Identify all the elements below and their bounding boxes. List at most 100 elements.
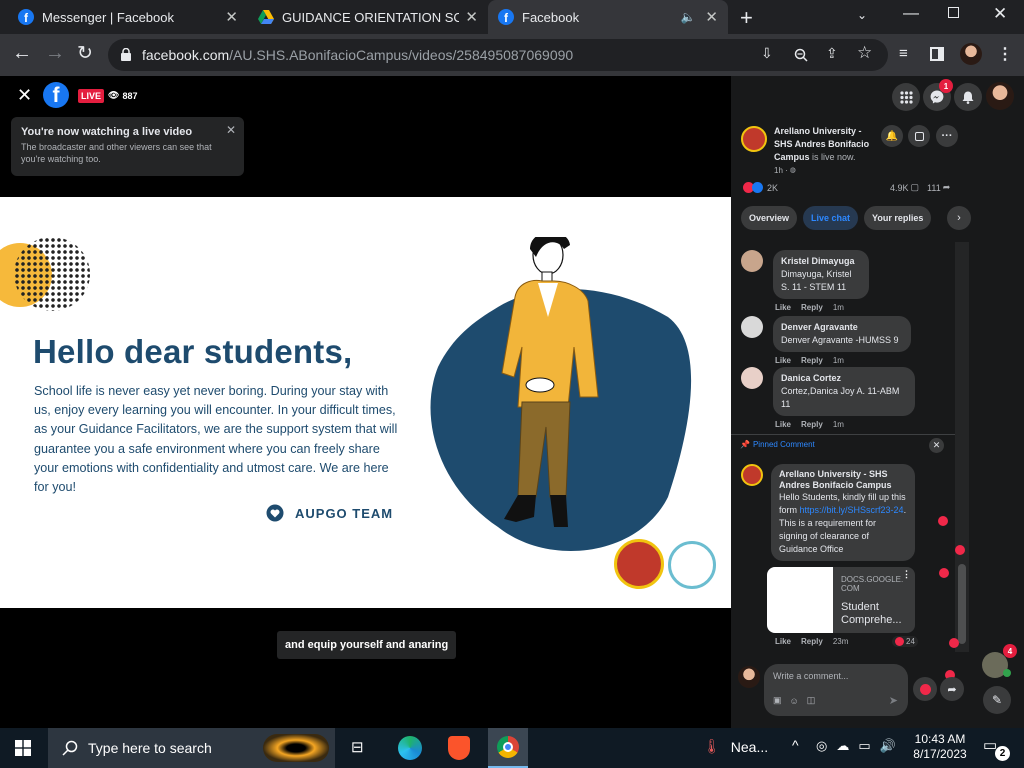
composer-input[interactable]: Write a comment... xyxy=(773,671,848,681)
tab-facebook[interactable]: f Facebook 🔈 ✕ xyxy=(488,0,728,34)
like-link[interactable]: Like xyxy=(775,420,791,429)
emoji-icon[interactable]: ☺ xyxy=(790,696,799,706)
camera-icon[interactable]: ▣ xyxy=(773,695,782,706)
like-link[interactable]: Like xyxy=(775,356,791,365)
grid-icon xyxy=(899,90,913,104)
volume-icon[interactable]: 🔊 xyxy=(880,738,896,754)
show-hidden-icons[interactable]: ^ xyxy=(792,737,799,753)
install-icon[interactable]: ⇩ xyxy=(761,45,773,62)
more-options-button[interactable]: ··· xyxy=(936,125,958,147)
thermometer-icon: 🌡 xyxy=(703,738,721,754)
like-link[interactable]: Like xyxy=(775,303,791,312)
meet-now-icon[interactable]: ◎ xyxy=(816,738,827,754)
commenter-name[interactable]: Denver Agravante xyxy=(781,321,903,334)
bookmark-star-icon[interactable]: ☆ xyxy=(857,43,872,63)
pinned-author[interactable]: Arellano University - SHS Andres Bonifac… xyxy=(779,469,907,491)
chrome-taskbar-button[interactable] xyxy=(488,728,528,768)
commenter-avatar[interactable] xyxy=(741,250,763,272)
tab-live-chat[interactable]: Live chat xyxy=(803,206,859,230)
close-tab-icon[interactable]: ✕ xyxy=(465,8,478,26)
commenter-avatar[interactable] xyxy=(741,367,763,389)
close-video-icon[interactable]: ✕ xyxy=(17,85,32,106)
restore-button[interactable] xyxy=(948,7,959,18)
comment-composer[interactable]: Write a comment... ▣ ☺ ◫ ➤ xyxy=(764,664,908,716)
scrollbar-thumb[interactable] xyxy=(958,564,966,644)
like-link[interactable]: Like xyxy=(775,637,791,646)
love-reaction-button[interactable] xyxy=(913,677,937,701)
share-icon[interactable]: ⇪ xyxy=(826,45,838,62)
tab-overview[interactable]: Overview xyxy=(741,206,798,230)
tabs-next-button[interactable]: › xyxy=(947,206,971,230)
comment-count[interactable]: 4.9K xyxy=(890,183,909,193)
link-preview-card[interactable]: DOCS.GOOGLE.COM Student Comprehe... ⋮ xyxy=(767,567,915,633)
form-link[interactable]: https://bit.ly/SHSscrf23-24 xyxy=(800,505,904,515)
commenter-name[interactable]: Kristel Dimayuga xyxy=(781,255,861,268)
taskbar-search-box[interactable]: Type here to search xyxy=(48,728,335,768)
windows-start-icon[interactable] xyxy=(15,740,31,756)
menu-grid-button[interactable] xyxy=(892,83,920,111)
live-video-player[interactable]: ✕ f LIVE 👁 887 You're now watching a liv… xyxy=(0,76,731,728)
commenter-name[interactable]: Danica Cortez xyxy=(781,372,907,385)
notifications-button[interactable] xyxy=(954,83,982,111)
browser-menu-icon[interactable]: ⋮ xyxy=(997,44,1013,64)
unpin-close-button[interactable]: ✕ xyxy=(929,438,944,453)
reaction-summary[interactable]: 2K xyxy=(743,182,778,193)
edge-icon[interactable] xyxy=(398,736,422,760)
page-avatar[interactable] xyxy=(741,464,763,486)
clock-date: 8/17/2023 xyxy=(913,747,967,761)
forward-button[interactable]: → xyxy=(45,42,65,65)
url-text: facebook.com/AU.SHS.ABonifacioCampus/vid… xyxy=(142,47,573,63)
tab-guidance[interactable]: GUIDANCE ORIENTATION SCREEN ✕ xyxy=(248,0,488,34)
new-message-button[interactable]: ✎ xyxy=(983,686,1011,714)
share-button[interactable]: ➦ xyxy=(940,677,964,701)
save-video-button[interactable] xyxy=(908,125,930,147)
weather-widget[interactable]: 🌡 Nea... xyxy=(703,738,768,755)
sidepanel-icon[interactable] xyxy=(930,47,944,61)
love-react-icon xyxy=(895,637,904,646)
back-button[interactable]: ← xyxy=(12,42,32,65)
brave-icon[interactable] xyxy=(448,736,470,760)
zoom-icon[interactable] xyxy=(794,48,808,62)
facebook-logo[interactable]: f xyxy=(43,82,69,108)
new-tab-button[interactable]: + xyxy=(740,5,753,31)
pinned-label-text: Pinned Comment xyxy=(752,440,815,449)
close-tab-icon[interactable]: ✕ xyxy=(225,8,238,26)
chat-scrollbar[interactable] xyxy=(955,242,969,652)
account-avatar[interactable] xyxy=(986,82,1014,110)
close-tab-icon[interactable]: ✕ xyxy=(705,8,718,26)
page-avatar[interactable] xyxy=(741,126,767,152)
lock-icon xyxy=(121,48,131,61)
address-bar[interactable]: facebook.com/AU.SHS.ABonifacioCampus/vid… xyxy=(108,39,888,71)
profile-avatar[interactable] xyxy=(960,43,982,65)
speaker-icon[interactable]: 🔈 xyxy=(680,10,695,24)
url-path: /AU.SHS.ABonifacioCampus/videos/25849508… xyxy=(229,47,574,63)
tab-search-button[interactable]: ⌄ xyxy=(857,8,867,22)
media-control-icon[interactable]: ≡ xyxy=(899,45,908,62)
reaction-chip[interactable]: 24 xyxy=(892,636,918,647)
facebook-icon: f xyxy=(498,9,514,25)
sticker-icon[interactable]: ◫ xyxy=(807,695,816,706)
reply-link[interactable]: Reply xyxy=(801,303,823,312)
share-count[interactable]: 111 xyxy=(927,183,941,193)
notify-bell-button[interactable]: 🔔 xyxy=(881,125,903,147)
reply-link[interactable]: Reply xyxy=(801,420,823,429)
network-icon[interactable]: ▭ xyxy=(858,738,870,754)
close-notice-icon[interactable]: ✕ xyxy=(226,123,236,137)
reply-link[interactable]: Reply xyxy=(801,356,823,365)
like-react-icon xyxy=(752,182,763,193)
commenter-avatar[interactable] xyxy=(741,316,763,338)
reload-button[interactable]: ↻ xyxy=(77,42,93,65)
slide-heading: Hello dear students, xyxy=(33,333,353,370)
reply-link[interactable]: Reply xyxy=(801,637,823,646)
task-view-icon[interactable]: ⊟ xyxy=(351,738,364,756)
send-icon[interactable]: ➤ xyxy=(889,694,898,707)
clock[interactable]: 10:43 AM 8/17/2023 xyxy=(913,732,967,762)
tab-your-replies[interactable]: Your replies xyxy=(864,206,932,230)
minimize-button[interactable]: — xyxy=(903,5,919,23)
tab-messenger[interactable]: f Messenger | Facebook ✕ xyxy=(8,0,248,34)
close-window-button[interactable]: ✕ xyxy=(993,4,1007,24)
comment-list: Kristel Dimayuga Dimayuga, Kristel S. 11… xyxy=(731,238,971,433)
preview-more-icon[interactable]: ⋮ xyxy=(902,569,911,580)
onedrive-icon[interactable]: ☁ xyxy=(836,738,849,754)
post-time: 1h · ◍ xyxy=(774,164,879,177)
